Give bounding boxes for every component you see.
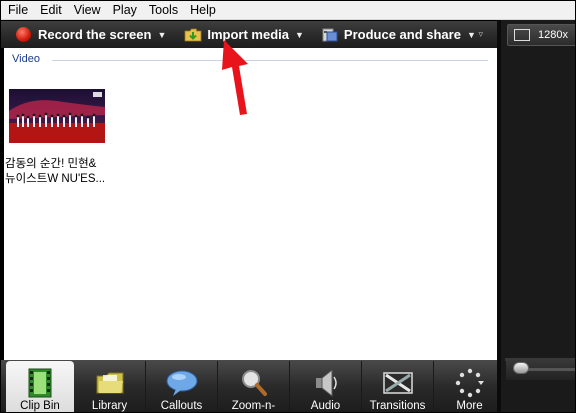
window-border [0, 0, 576, 413]
